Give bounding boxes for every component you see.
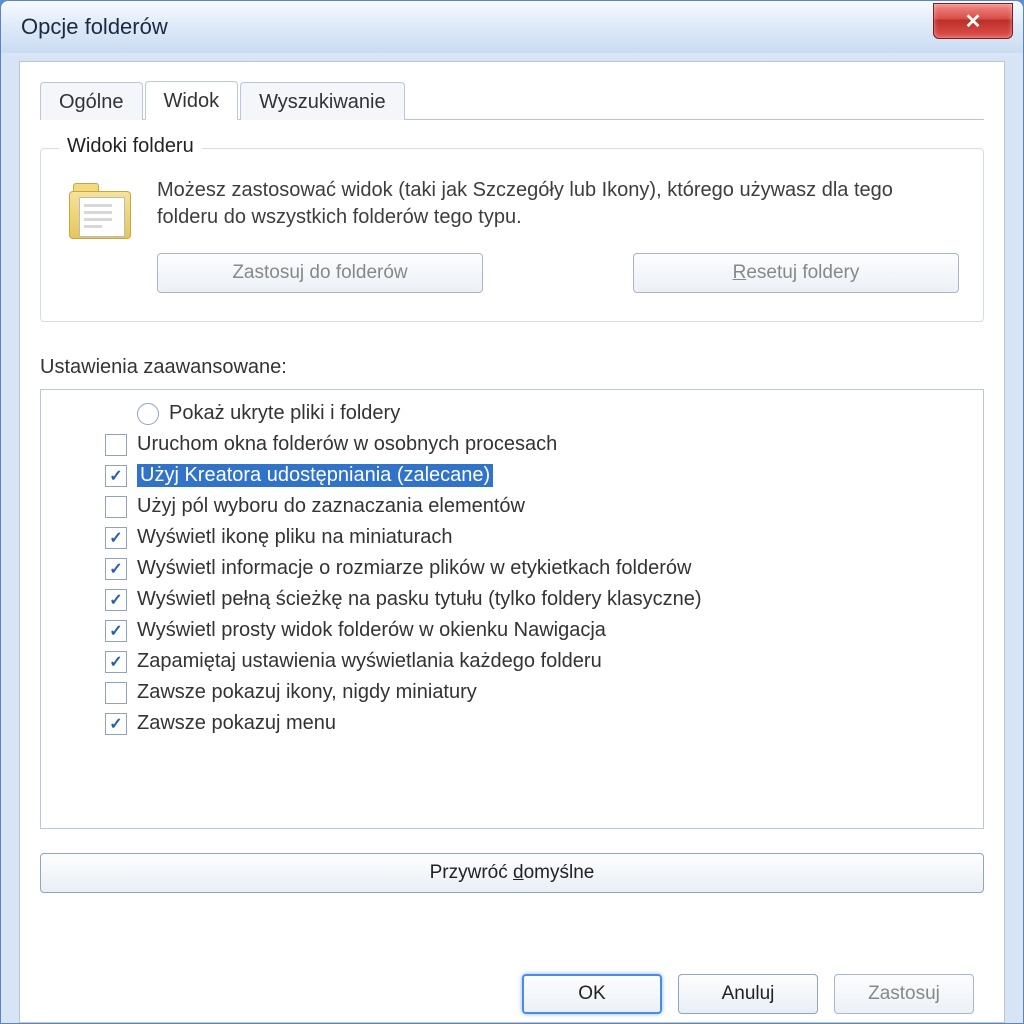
checkbox-icon[interactable] bbox=[105, 527, 127, 549]
checkbox-icon[interactable] bbox=[105, 558, 127, 580]
reset-folders-button[interactable]: Resetuj foldery bbox=[633, 253, 959, 293]
checkbox-icon[interactable] bbox=[105, 496, 127, 518]
checkbox-icon[interactable] bbox=[105, 434, 127, 456]
titlebar[interactable]: Opcje folderów ✕ bbox=[1, 1, 1023, 53]
list-item[interactable]: Wyświetl informacje o rozmiarze plików w… bbox=[47, 553, 977, 584]
close-button[interactable]: ✕ bbox=[933, 3, 1013, 39]
dialog-button-row: OK Anuluj Zastosuj bbox=[20, 968, 1004, 1022]
advanced-settings-list[interactable]: Pokaż ukryte pliki i foldery Uruchom okna… bbox=[40, 389, 984, 829]
list-item-label: Zawsze pokazuj ikony, nigdy miniatury bbox=[137, 681, 477, 704]
radio-icon[interactable] bbox=[137, 403, 159, 425]
checkbox-icon[interactable] bbox=[105, 651, 127, 673]
tab-strip: Ogólne Widok Wyszukiwanie bbox=[40, 76, 984, 120]
folder-views-description: Możesz zastosować widok (taki jak Szczeg… bbox=[157, 177, 959, 231]
list-item[interactable]: Uruchom okna folderów w osobnych procesa… bbox=[47, 429, 977, 460]
list-item[interactable]: Wyświetl pełną ścieżkę na pasku tytułu (… bbox=[47, 584, 977, 615]
list-item[interactable]: Pokaż ukryte pliki i foldery bbox=[47, 398, 977, 429]
list-item[interactable]: Zapamiętaj ustawienia wyświetlania każde… bbox=[47, 646, 977, 677]
tab-search[interactable]: Wyszukiwanie bbox=[240, 82, 405, 120]
list-item-label: Wyświetl pełną ścieżkę na pasku tytułu (… bbox=[137, 588, 702, 611]
dialog-content: Ogólne Widok Wyszukiwanie Widoki folderu… bbox=[19, 61, 1005, 1023]
restore-defaults-button[interactable]: Przywróć domyślne bbox=[40, 853, 984, 893]
checkbox-icon[interactable] bbox=[105, 465, 127, 487]
list-item-label: Wyświetl informacje o rozmiarze plików w… bbox=[137, 557, 691, 580]
checkbox-icon[interactable] bbox=[105, 682, 127, 704]
checkbox-icon[interactable] bbox=[105, 620, 127, 642]
list-item-label: Uruchom okna folderów w osobnych procesa… bbox=[137, 433, 557, 456]
list-item-label: Wyświetl prosty widok folderów w okienku… bbox=[137, 619, 606, 642]
close-icon: ✕ bbox=[965, 9, 982, 34]
list-item-label: Wyświetl ikonę pliku na miniaturach bbox=[137, 526, 453, 549]
list-item[interactable]: Wyświetl prosty widok folderów w okienku… bbox=[47, 615, 977, 646]
cancel-button[interactable]: Anuluj bbox=[678, 974, 818, 1014]
advanced-settings-label: Ustawienia zaawansowane: bbox=[40, 356, 984, 379]
list-item-label: Użyj pól wyboru do zaznaczania elementów bbox=[137, 495, 525, 518]
tab-view[interactable]: Widok bbox=[145, 81, 239, 120]
folder-icon bbox=[65, 177, 137, 249]
checkbox-icon[interactable] bbox=[105, 589, 127, 611]
list-item[interactable]: Zawsze pokazuj ikony, nigdy miniatury bbox=[47, 677, 977, 708]
tab-general[interactable]: Ogólne bbox=[40, 82, 143, 120]
folder-options-window: Opcje folderów ✕ Ogólne Widok Wyszukiwan… bbox=[0, 0, 1024, 1024]
apply-button[interactable]: Zastosuj bbox=[834, 974, 974, 1014]
folder-views-group: Widoki folderu Możesz zastosować widok (… bbox=[40, 148, 984, 322]
list-item[interactable]: Użyj pól wyboru do zaznaczania elementów bbox=[47, 491, 977, 522]
list-item-label: Zapamiętaj ustawienia wyświetlania każde… bbox=[137, 650, 602, 673]
list-item[interactable]: Użyj Kreatora udostępniania (zalecane) bbox=[47, 460, 977, 491]
ok-button[interactable]: OK bbox=[522, 974, 662, 1014]
window-title: Opcje folderów bbox=[21, 14, 168, 40]
list-item[interactable]: Zawsze pokazuj menu bbox=[47, 708, 977, 739]
folder-views-group-title: Widoki folderu bbox=[59, 135, 202, 158]
apply-to-folders-button[interactable]: Zastosuj do folderów bbox=[157, 253, 483, 293]
list-item-label: Użyj Kreatora udostępniania (zalecane) bbox=[137, 464, 493, 487]
checkbox-icon[interactable] bbox=[105, 713, 127, 735]
list-item-label: Pokaż ukryte pliki i foldery bbox=[169, 402, 400, 425]
list-item[interactable]: Wyświetl ikonę pliku na miniaturach bbox=[47, 522, 977, 553]
list-item-label: Zawsze pokazuj menu bbox=[137, 712, 336, 735]
